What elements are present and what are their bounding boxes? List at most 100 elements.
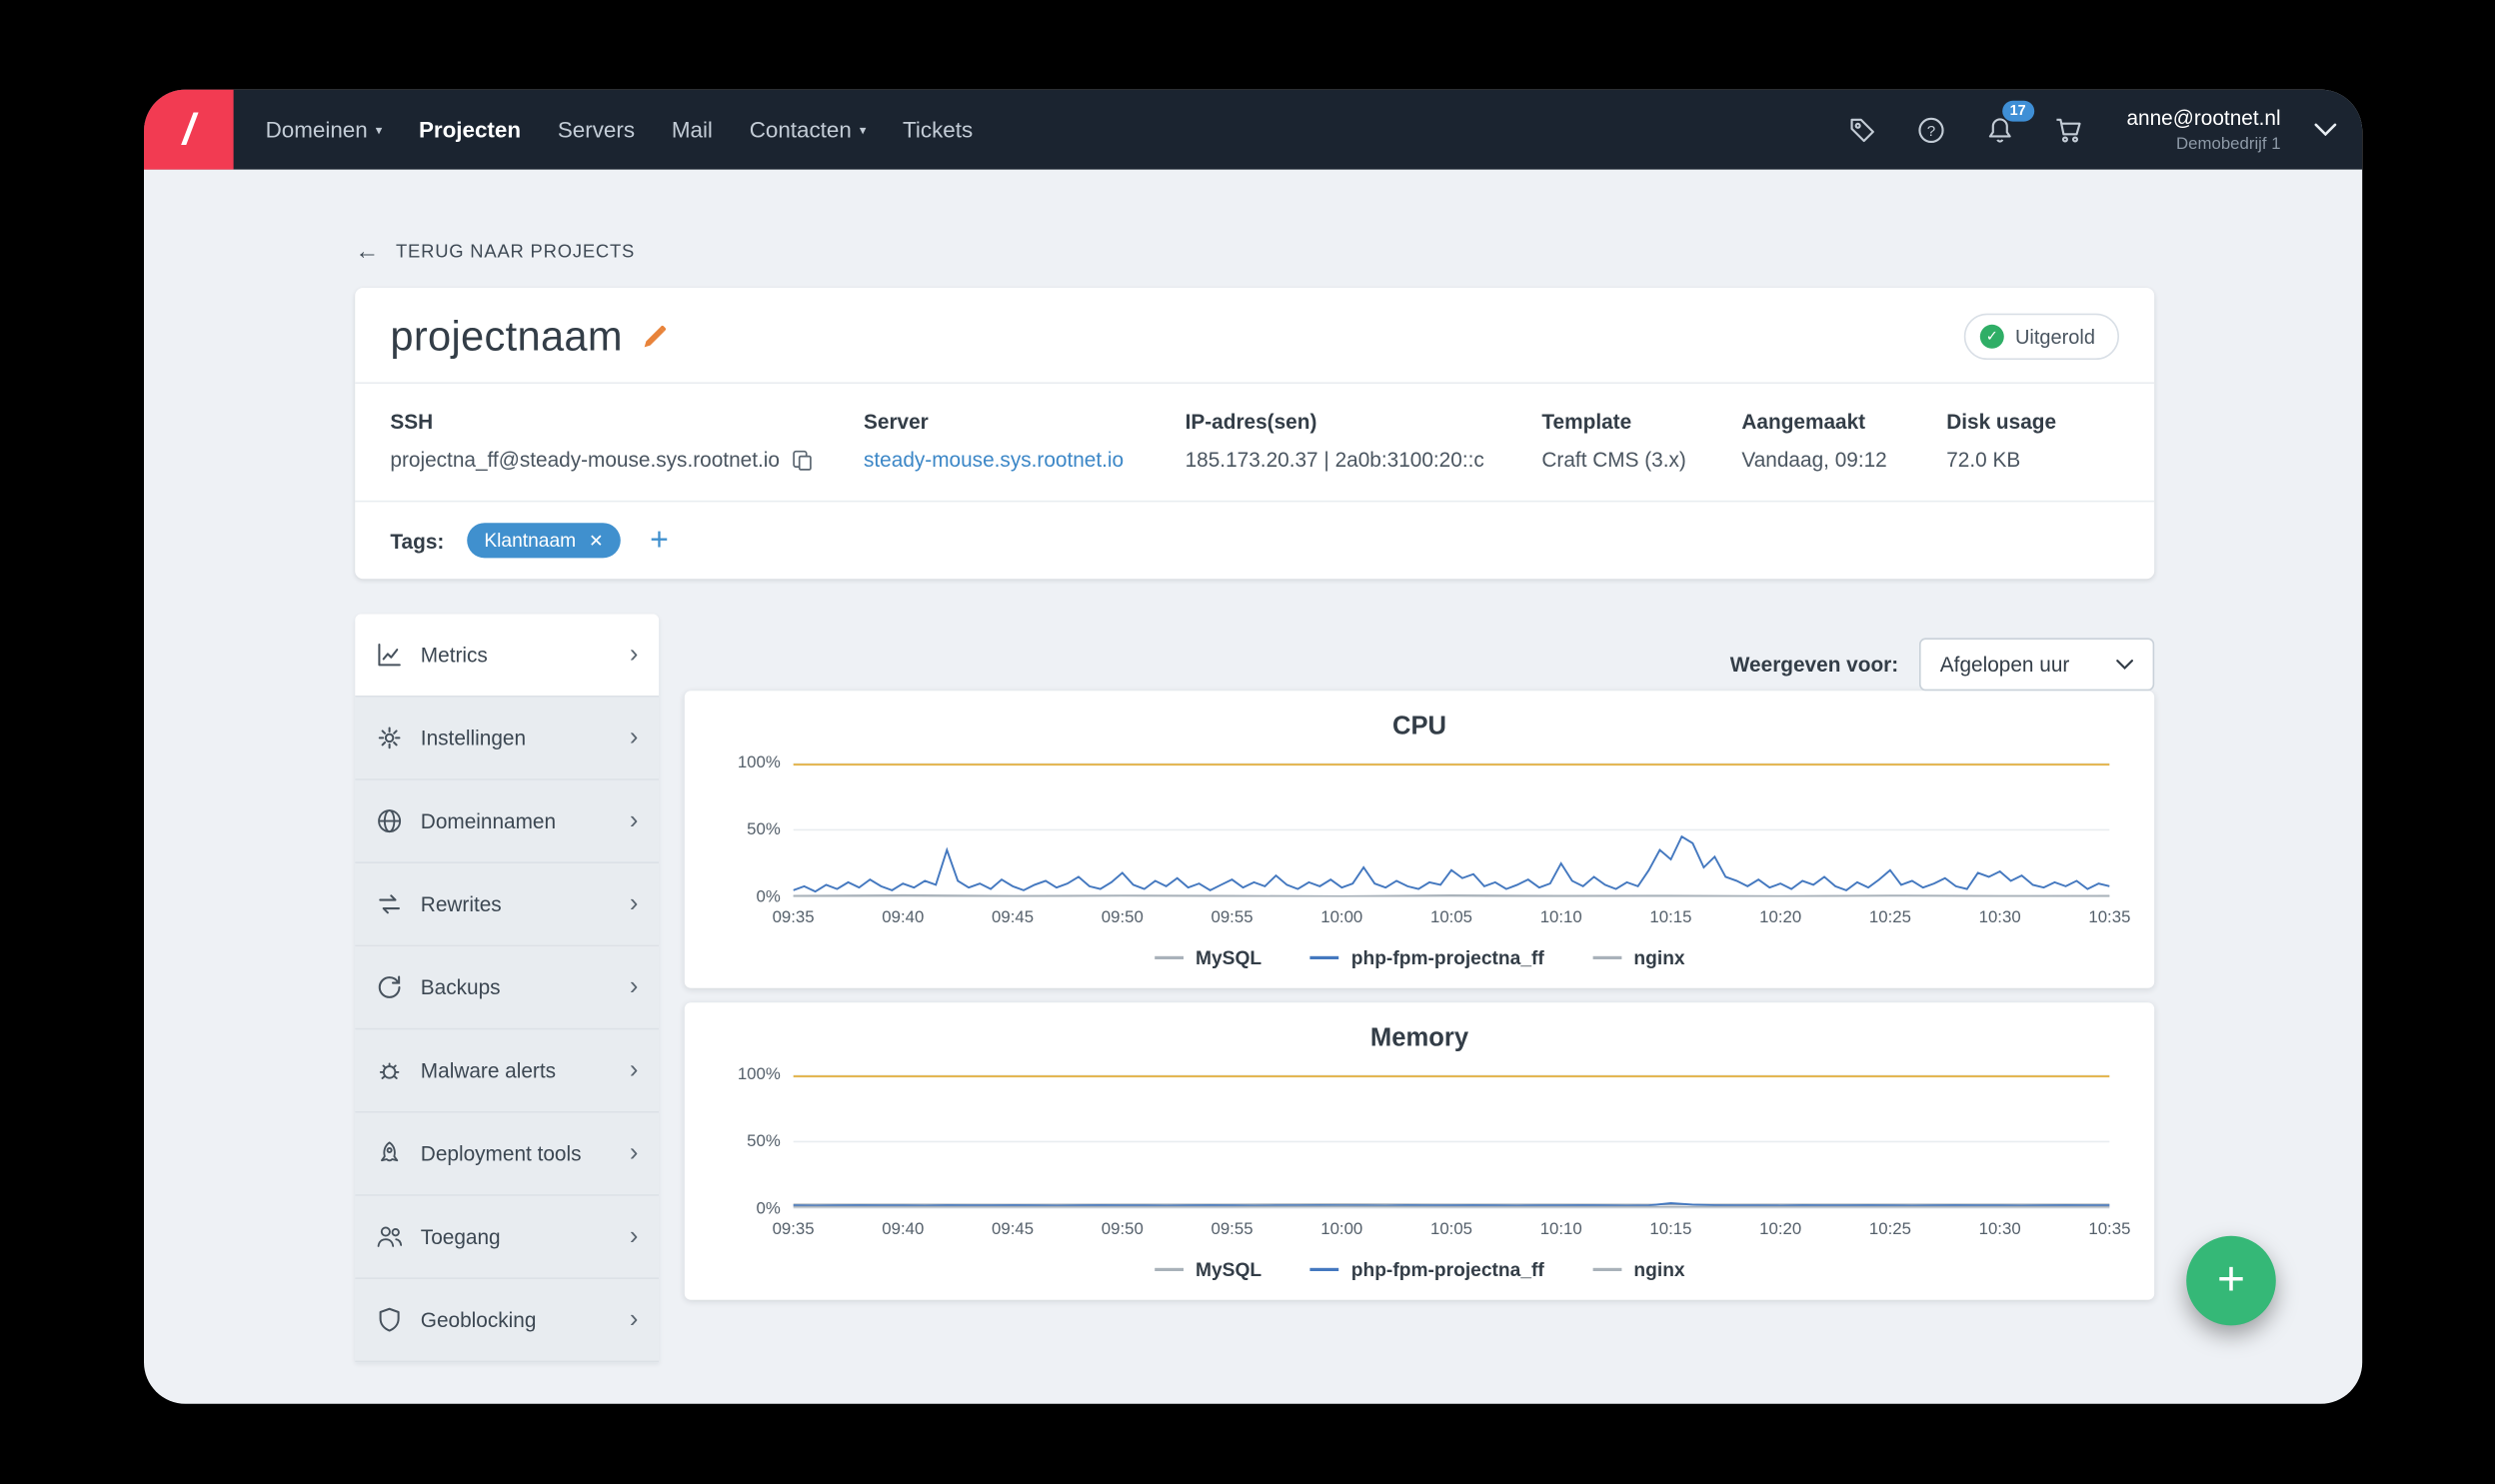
sidebar-item-geoblocking[interactable]: Geoblocking›: [355, 1279, 659, 1362]
chart-card-cpu: CPU100%50%0%09:3509:4009:4509:5009:5510:…: [685, 691, 2154, 988]
globe-icon: [376, 807, 403, 834]
chevron-right-icon: ›: [630, 726, 639, 751]
legend-swatch: [1309, 956, 1338, 959]
info-value-text: steady-mouse.sys.rootnet.io: [864, 448, 1124, 472]
chevron-right-icon: ›: [630, 808, 639, 834]
sidebar-item-label: Backups: [421, 975, 501, 999]
add-tag-button[interactable]: +: [650, 525, 669, 557]
y-axis-label: 0%: [757, 1199, 781, 1218]
sidebar-item-toegang[interactable]: Toegang›: [355, 1196, 659, 1279]
y-axis-label: 50%: [747, 820, 781, 839]
brand-logo[interactable]: /: [144, 90, 234, 170]
sidebar-item-label: Instellingen: [421, 726, 526, 749]
sidebar-item-label: Toegang: [421, 1225, 501, 1249]
x-axis-label: 10:10: [1540, 1220, 1582, 1239]
metrics-area: Metrics › Instellingen › Domeinnamen › Rewrite…: [355, 614, 2154, 1362]
chevron-down-icon: ▾: [376, 123, 382, 137]
chevron-right-icon: ›: [630, 642, 639, 668]
sidebar-item-rewrites[interactable]: Rewrites›: [355, 863, 659, 946]
info-label: Disk usage: [1946, 410, 2093, 434]
x-axis-label: 10:00: [1320, 1220, 1362, 1239]
sidebar-item-metrics[interactable]: Metrics ›: [355, 614, 659, 697]
nav-item-projecten[interactable]: Projecten: [419, 117, 521, 143]
tag-klantnaam[interactable]: Klantnaam✕: [467, 523, 622, 558]
page-title: projectnaam: [390, 312, 622, 362]
sidebar-item-instellingen[interactable]: Instellingen ›: [355, 698, 659, 780]
x-axis-label: 09:35: [773, 1220, 815, 1239]
chart-plot: 100%50%0%: [794, 762, 2110, 896]
app-canvas: / Domeinen▾ Projecten Servers Mail Contacten…: [0, 0, 2495, 1484]
chart-card-memory: Memory100%50%0%09:3509:4009:4509:5009:55…: [685, 1002, 2154, 1300]
x-axis-label: 09:40: [882, 1220, 924, 1239]
bell-icon[interactable]: 17: [1982, 112, 2017, 147]
back-link-label: TERUG NAAR PROJECTS: [396, 242, 635, 261]
project-header-card: projectnaam ✓ Uitgerold SSHprojectna_ff@…: [355, 288, 2154, 579]
cart-icon[interactable]: [2051, 112, 2086, 147]
x-axis-label: 10:25: [1869, 908, 1911, 927]
sidebar-item-label: Geoblocking: [421, 1308, 537, 1332]
x-axis-label: 10:15: [1649, 908, 1691, 927]
tag-icon[interactable]: [1845, 112, 1880, 147]
nav-item-servers[interactable]: Servers: [558, 117, 635, 143]
legend-label: nginx: [1633, 1258, 1684, 1280]
rocket-icon: [376, 1140, 403, 1167]
back-link[interactable]: ← TERUG NAAR PROJECTS: [355, 238, 2154, 265]
legend-label: MySQL: [1196, 946, 1261, 968]
legend-item-nginx: nginx: [1592, 946, 1685, 968]
tags-row: Tags: Klantnaam✕ +: [355, 502, 2154, 579]
chevron-down-icon: [2116, 659, 2134, 670]
notification-badge: 17: [2002, 101, 2034, 122]
account-menu[interactable]: anne@rootnet.nl Demobedrijf 1: [2126, 106, 2280, 154]
chart-canvas: [794, 1074, 2110, 1208]
sidebar-item-label: Malware alerts: [421, 1058, 556, 1082]
nav-item-contacten[interactable]: Contacten▾: [750, 117, 867, 143]
legend-swatch: [1592, 956, 1621, 959]
legend-item-php-fpm-projectna-ff: php-fpm-projectna_ff: [1309, 946, 1544, 968]
copy-icon[interactable]: [793, 449, 815, 471]
x-axis-label: 10:35: [2088, 908, 2130, 927]
sidebar-item-label: Deployment tools: [421, 1141, 582, 1165]
check-circle-icon: ✓: [1980, 325, 2004, 349]
legend-swatch: [1154, 956, 1183, 959]
sidebar-item-backups[interactable]: Backups›: [355, 946, 659, 1029]
time-range-select[interactable]: Afgelopen uur: [1919, 638, 2154, 691]
sidebar-item-label: Rewrites: [421, 892, 502, 916]
sidebar-item-label: Metrics: [421, 643, 488, 667]
navbar-right: ? 17 anne@rootnet.nl Demobedrijf 1: [1845, 90, 2362, 170]
x-axis-label: 10:05: [1430, 908, 1472, 927]
x-axis-label: 10:05: [1430, 1220, 1472, 1239]
x-axis-label: 10:00: [1320, 908, 1362, 927]
nav-item-tickets[interactable]: Tickets: [903, 117, 973, 143]
sidebar-item-label: Domeinnamen: [421, 809, 556, 833]
account-chevron-icon[interactable]: [2314, 123, 2336, 136]
add-project-fab[interactable]: +: [2186, 1236, 2276, 1326]
legend-item-mysql: MySQL: [1154, 1258, 1261, 1280]
help-icon[interactable]: ?: [1914, 112, 1949, 147]
edit-pencil-icon[interactable]: [642, 323, 669, 350]
x-axis-label: 09:55: [1212, 1220, 1253, 1239]
sidebar-item-deployment-tools[interactable]: Deployment tools ›: [355, 1113, 659, 1196]
legend-item-mysql: MySQL: [1154, 946, 1261, 968]
info-col-disk-usage: Disk usage72.0 KB: [1946, 410, 2119, 472]
remove-tag-icon[interactable]: ✕: [589, 530, 604, 551]
info-value[interactable]: steady-mouse.sys.rootnet.io: [864, 448, 1160, 472]
users-icon: [376, 1223, 403, 1250]
nav-item-domeinen[interactable]: Domeinen▾: [266, 117, 383, 143]
chart-canvas: [794, 762, 2110, 896]
chevron-right-icon: ›: [630, 1141, 639, 1167]
x-axis: 09:3509:4009:4509:5009:5510:0010:0510:10…: [794, 1217, 2110, 1241]
nav-item-mail[interactable]: Mail: [672, 117, 713, 143]
chevron-right-icon: ›: [630, 1057, 639, 1083]
sidebar-item-domeinnamen[interactable]: Domeinnamen ›: [355, 780, 659, 863]
info-label: Server: [864, 410, 1160, 434]
filter-row: Weergeven voor: Afgelopen uur: [685, 638, 2154, 691]
chart-title: Memory: [723, 1025, 2116, 1054]
legend-swatch: [1592, 1268, 1621, 1271]
status-label: Uitgerold: [2015, 326, 2095, 348]
sidebar-item-malware-alerts[interactable]: Malware alerts ›: [355, 1029, 659, 1112]
legend-label: php-fpm-projectna_ff: [1351, 1258, 1544, 1280]
x-axis-label: 09:50: [1102, 908, 1144, 927]
main-nav: Domeinen▾ Projecten Servers Mail Contacten▾ T…: [266, 90, 974, 170]
nav-item-label: Mail: [672, 117, 713, 143]
x-axis-label: 09:45: [992, 908, 1034, 927]
